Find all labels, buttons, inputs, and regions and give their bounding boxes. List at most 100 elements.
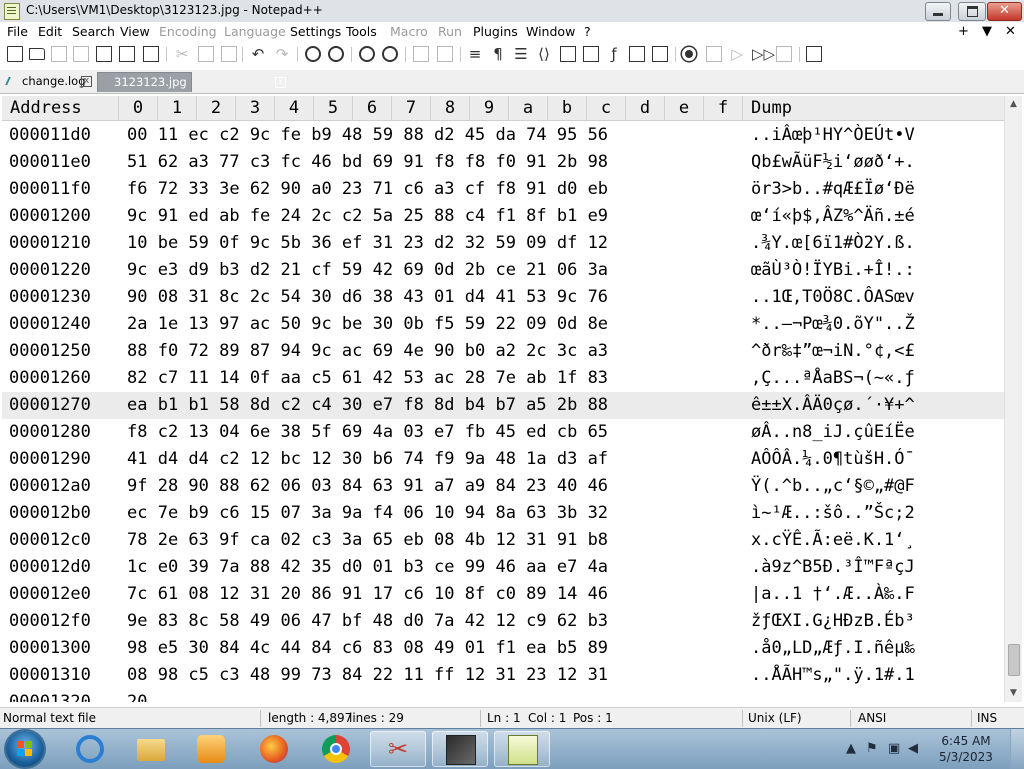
close-document-button[interactable]: ✕ (1005, 24, 1016, 39)
close-button[interactable]: ✕ (987, 2, 1022, 21)
hex-row[interactable]: 000011d0 00 11 ec c2 9c fe b9 48 59 88 d2… (2, 122, 1004, 149)
clock[interactable]: 6:45 AM 5/3/2023 (930, 733, 1002, 765)
function-list-icon[interactable]: ƒ (606, 46, 622, 62)
tab-list-dropdown[interactable]: ▼ (982, 24, 992, 39)
title-bar[interactable]: C:\Users\VM1\Desktop\3123123.jpg - Notep… (0, 0, 1024, 23)
menu-file[interactable]: File (7, 24, 28, 39)
menu-run[interactable]: Run (438, 24, 462, 39)
playback-icon[interactable]: ▷ (729, 46, 745, 62)
hex-row[interactable]: 000012b0 ec 7e b9 c6 15 07 3a 9a f4 06 10… (2, 500, 1004, 527)
sync-vertical-icon[interactable] (413, 46, 429, 62)
print-icon[interactable] (143, 46, 159, 62)
zoom-in-icon[interactable] (359, 46, 375, 62)
cut-icon[interactable]: ✂ (174, 46, 190, 62)
copy-icon[interactable] (198, 46, 214, 62)
vertical-scrollbar[interactable]: ▲ ▼ (1004, 96, 1022, 702)
indent-guide-icon[interactable]: ☰ (513, 46, 529, 62)
save-macro-icon[interactable] (776, 46, 792, 62)
menu-window[interactable]: Window (526, 24, 575, 39)
save-icon[interactable] (51, 46, 67, 62)
hex-row[interactable]: 00001260 82 c7 11 14 0f aa c5 61 42 53 ac… (2, 365, 1004, 392)
undo-icon[interactable]: ↶ (250, 46, 266, 62)
taskbar-screenshot-tool[interactable] (432, 731, 488, 767)
taskbar-snipping-tool[interactable]: ✂ (370, 731, 426, 767)
menu-view[interactable]: View (120, 24, 150, 39)
scroll-up-icon[interactable]: ▲ (1005, 96, 1022, 113)
redo-icon[interactable]: ↷ (274, 46, 290, 62)
hex-editor-icon[interactable] (806, 46, 822, 62)
hex-row[interactable]: 00001210 10 be 59 0f 9c 5b 36 ef 31 23 d2… (2, 230, 1004, 257)
hex-row[interactable]: 000012a0 9f 28 90 88 62 06 03 84 63 91 a7… (2, 473, 1004, 500)
new-file-icon[interactable] (7, 46, 23, 62)
paste-icon[interactable] (221, 46, 237, 62)
document-list-icon[interactable] (583, 46, 599, 62)
tab-change-log[interactable]: change.log x (3, 72, 92, 92)
start-button[interactable] (6, 731, 44, 767)
hex-editor-view[interactable]: Address 0123456789abcdef Dump 000011d0 00… (2, 96, 1004, 702)
zoom-out-icon[interactable] (382, 46, 398, 62)
hex-row[interactable]: 00001200 9c 91 ed ab fe 24 2c c2 5a 25 88… (2, 203, 1004, 230)
new-tab-button[interactable]: + (958, 24, 969, 39)
menu-settings[interactable]: Settings (290, 24, 341, 39)
taskbar-chrome[interactable] (308, 731, 364, 767)
maximize-button[interactable] (958, 2, 986, 21)
hex-row[interactable]: 000012f0 9e 83 8c 58 49 06 47 bf 48 d0 7a… (2, 608, 1004, 635)
word-wrap-icon[interactable]: ≡ (467, 46, 483, 62)
hex-row[interactable]: 00001290 41 d4 d4 c2 12 bc 12 30 b6 74 f9… (2, 446, 1004, 473)
menu-edit[interactable]: Edit (38, 24, 62, 39)
hex-row[interactable]: 00001310 08 98 c5 c3 48 99 73 84 22 11 ff… (2, 662, 1004, 689)
hex-row[interactable]: 00001320 20 (2, 689, 1004, 702)
hex-row[interactable]: 000012c0 78 2e 63 9f ca 02 c3 3a 65 eb 08… (2, 527, 1004, 554)
scrollbar-thumb[interactable] (1008, 644, 1020, 676)
tab-3123123-jpg[interactable]: 3123123.jpg x (97, 72, 286, 92)
hex-row[interactable]: 00001300 98 e5 30 84 4c 44 84 c6 83 08 49… (2, 635, 1004, 662)
menu-plugins[interactable]: Plugins (473, 24, 518, 39)
run-macro-multiple-icon[interactable]: ▷▷ (752, 46, 775, 62)
network-icon[interactable]: ▣ (888, 741, 900, 756)
taskbar-media-player[interactable] (183, 731, 239, 767)
scroll-down-icon[interactable]: ▼ (1005, 685, 1022, 702)
action-center-flag-icon[interactable]: ⚑ (866, 741, 878, 756)
hex-row[interactable]: 00001270 ea b1 b1 58 8d c2 c4 30 e7 f8 8d… (2, 392, 1004, 419)
stop-recording-icon[interactable] (706, 46, 722, 62)
save-all-icon[interactable] (73, 46, 89, 62)
show-desktop-button[interactable] (1010, 729, 1024, 769)
replace-icon[interactable] (328, 46, 344, 62)
menu-language[interactable]: Language (224, 24, 286, 39)
hex-row[interactable]: 000012e0 7c 61 08 12 31 20 86 91 17 c6 10… (2, 581, 1004, 608)
menu-macro[interactable]: Macro (390, 24, 428, 39)
status-file-type: Normal text file (3, 711, 97, 725)
hex-row[interactable]: 00001240 2a 1e 13 97 ac 50 9c be 30 0b f5… (2, 311, 1004, 338)
menu-search[interactable]: Search (72, 24, 115, 39)
close-file-icon[interactable] (96, 46, 112, 62)
document-map-icon[interactable] (560, 46, 576, 62)
hex-row[interactable]: 00001280 f8 c2 13 04 6e 38 5f 69 4a 03 e7… (2, 419, 1004, 446)
volume-icon[interactable]: ◀ (908, 741, 918, 756)
hex-row[interactable]: 00001250 88 f0 72 89 87 94 9c ac 69 4e 90… (2, 338, 1004, 365)
show-all-characters-icon[interactable]: ¶ (490, 46, 506, 62)
menu-encoding[interactable]: Encoding (159, 24, 217, 39)
menu-tools[interactable]: Tools (346, 24, 377, 39)
open-file-icon[interactable] (29, 48, 45, 60)
language-markup-icon[interactable]: ⟨⟩ (536, 46, 552, 62)
minimize-button[interactable] (925, 2, 951, 21)
monitoring-icon[interactable] (652, 46, 668, 62)
hex-row[interactable]: 000011f0 f6 72 33 3e 62 90 a0 23 71 c6 a3… (2, 176, 1004, 203)
taskbar-notepad-plus-plus[interactable] (494, 731, 550, 767)
hex-row[interactable]: 00001230 90 08 31 8c 2c 54 30 d6 38 43 01… (2, 284, 1004, 311)
folder-as-workspace-icon[interactable] (629, 46, 645, 62)
taskbar-file-explorer[interactable] (123, 731, 179, 767)
record-macro-icon[interactable] (682, 47, 696, 61)
close-tab-icon[interactable]: x (275, 77, 286, 88)
find-icon[interactable] (305, 46, 321, 62)
taskbar-firefox[interactable] (246, 731, 302, 767)
sync-horizontal-icon[interactable] (437, 46, 453, 62)
close-all-icon[interactable] (119, 46, 135, 62)
show-hidden-icons-icon[interactable]: ▲ (846, 741, 856, 756)
close-tab-icon[interactable]: x (81, 76, 92, 87)
hex-row[interactable]: 00001220 9c e3 d9 b3 d2 21 cf 59 42 69 0d… (2, 257, 1004, 284)
hex-row[interactable]: 000011e0 51 62 a3 77 c3 fc 46 bd 69 91 f8… (2, 149, 1004, 176)
taskbar-internet-explorer[interactable] (62, 731, 118, 767)
hex-row[interactable]: 000012d0 1c e0 39 7a 88 42 35 d0 01 b3 ce… (2, 554, 1004, 581)
menu-help[interactable]: ? (584, 24, 591, 39)
